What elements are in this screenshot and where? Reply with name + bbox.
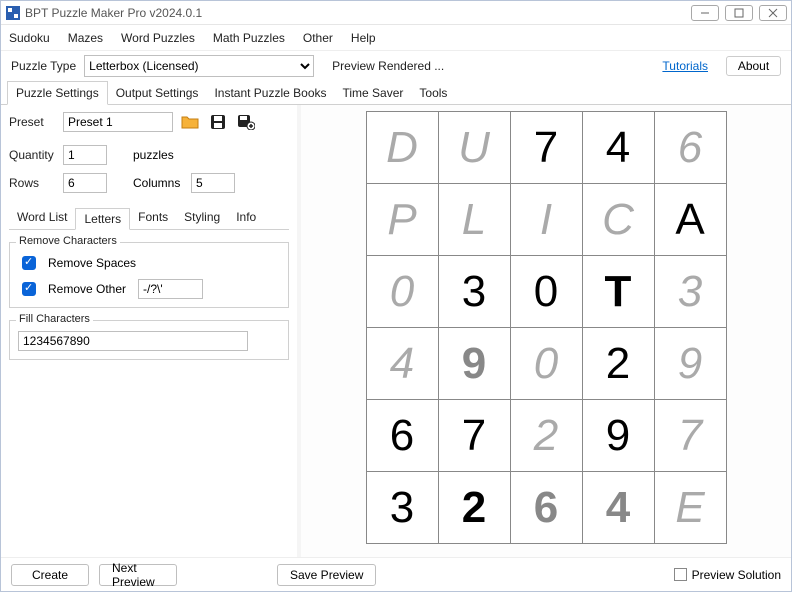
about-button[interactable]: About <box>726 56 781 76</box>
grid-cell: 0 <box>510 328 582 400</box>
save-preset-icon[interactable] <box>207 111 229 133</box>
tab-info[interactable]: Info <box>228 207 264 229</box>
preview-status: Preview Rendered ... <box>332 59 444 73</box>
puzzle-type-row: Puzzle Type Letterbox (Licensed) Preview… <box>1 51 791 81</box>
menu-math-puzzles[interactable]: Math Puzzles <box>213 31 285 45</box>
grid-cell: 7 <box>510 112 582 184</box>
menu-word-puzzles[interactable]: Word Puzzles <box>121 31 195 45</box>
tab-letters[interactable]: Letters <box>75 208 130 230</box>
menu-mazes[interactable]: Mazes <box>68 31 103 45</box>
tab-instant-puzzle-books[interactable]: Instant Puzzle Books <box>206 82 334 104</box>
columns-label: Columns <box>133 176 185 190</box>
settings-panel: Preset Quantity puzzles Rows Columns Wor… <box>1 105 301 557</box>
menu-other[interactable]: Other <box>303 31 333 45</box>
rows-input[interactable] <box>63 173 107 193</box>
remove-characters-group: Remove Characters Remove Spaces Remove O… <box>9 242 289 308</box>
grid-cell: 9 <box>582 400 654 472</box>
tab-word-list[interactable]: Word List <box>9 207 75 229</box>
grid-cell: 4 <box>366 328 438 400</box>
columns-input[interactable] <box>191 173 235 193</box>
grid-cell: C <box>582 184 654 256</box>
grid-cell: P <box>366 184 438 256</box>
tab-puzzle-settings[interactable]: Puzzle Settings <box>7 81 108 105</box>
fill-characters-input[interactable] <box>18 331 248 351</box>
grid-cell: U <box>438 112 510 184</box>
grid-cell: I <box>510 184 582 256</box>
grid-cell: 2 <box>510 400 582 472</box>
fill-characters-group: Fill Characters <box>9 320 289 360</box>
grid-cell: 4 <box>582 112 654 184</box>
sub-tabs: Word List Letters Fonts Styling Info <box>9 207 289 230</box>
grid-cell: 9 <box>438 328 510 400</box>
minimize-button[interactable] <box>691 5 719 21</box>
grid-cell: 2 <box>438 472 510 544</box>
next-preview-button[interactable]: Next Preview <box>99 564 177 586</box>
grid-cell: A <box>654 184 726 256</box>
tab-time-saver[interactable]: Time Saver <box>335 82 412 104</box>
grid-cell: 7 <box>438 400 510 472</box>
quantity-label: Quantity <box>9 148 57 162</box>
save-as-preset-icon[interactable] <box>235 111 257 133</box>
save-preview-button[interactable]: Save Preview <box>277 564 376 586</box>
tab-tools[interactable]: Tools <box>411 82 455 104</box>
menu-help[interactable]: Help <box>351 31 376 45</box>
grid-cell: 3 <box>654 256 726 328</box>
grid-cell: T <box>582 256 654 328</box>
remove-spaces-checkbox[interactable] <box>22 256 36 270</box>
remove-other-input[interactable] <box>138 279 203 299</box>
footer-bar: Create Next Preview Save Preview Preview… <box>1 557 791 591</box>
create-button[interactable]: Create <box>11 564 89 586</box>
grid-cell: L <box>438 184 510 256</box>
grid-cell: 4 <box>582 472 654 544</box>
puzzle-preview-grid: DU746PLICA030T349029672973264E <box>366 111 727 544</box>
title-bar: BPT Puzzle Maker Pro v2024.0.1 <box>1 1 791 25</box>
app-icon <box>5 5 21 21</box>
preset-input[interactable] <box>63 112 173 132</box>
tab-output-settings[interactable]: Output Settings <box>108 82 207 104</box>
preset-label: Preset <box>9 115 57 129</box>
remove-other-label: Remove Other <box>48 282 126 296</box>
preview-solution-checkbox[interactable] <box>674 568 687 581</box>
preview-panel: DU746PLICA030T349029672973264E <box>301 105 791 557</box>
grid-cell: 7 <box>654 400 726 472</box>
fill-characters-title: Fill Characters <box>16 313 93 325</box>
menu-sudoku[interactable]: Sudoku <box>9 31 50 45</box>
grid-cell: 2 <box>582 328 654 400</box>
close-button[interactable] <box>759 5 787 21</box>
puzzle-type-label: Puzzle Type <box>11 59 76 73</box>
grid-cell: 6 <box>366 400 438 472</box>
grid-cell: 3 <box>438 256 510 328</box>
quantity-input[interactable] <box>63 145 107 165</box>
tab-styling[interactable]: Styling <box>176 207 228 229</box>
menu-bar: Sudoku Mazes Word Puzzles Math Puzzles O… <box>1 25 791 51</box>
grid-cell: 9 <box>654 328 726 400</box>
maximize-button[interactable] <box>725 5 753 21</box>
grid-cell: 0 <box>510 256 582 328</box>
tab-fonts[interactable]: Fonts <box>130 207 176 229</box>
remove-characters-title: Remove Characters <box>16 235 120 247</box>
main-tabs: Puzzle Settings Output Settings Instant … <box>1 81 791 105</box>
grid-cell: E <box>654 472 726 544</box>
grid-cell: 0 <box>366 256 438 328</box>
grid-cell: 6 <box>654 112 726 184</box>
remove-other-checkbox[interactable] <box>22 282 36 296</box>
quantity-suffix: puzzles <box>133 148 174 162</box>
preview-solution-label: Preview Solution <box>692 568 781 582</box>
grid-cell: D <box>366 112 438 184</box>
window-title: BPT Puzzle Maker Pro v2024.0.1 <box>25 6 691 20</box>
tutorials-link[interactable]: Tutorials <box>662 59 708 73</box>
remove-spaces-label: Remove Spaces <box>48 256 136 270</box>
grid-cell: 3 <box>366 472 438 544</box>
puzzle-type-select[interactable]: Letterbox (Licensed) <box>84 55 314 77</box>
rows-label: Rows <box>9 176 57 190</box>
open-preset-icon[interactable] <box>179 111 201 133</box>
grid-cell: 6 <box>510 472 582 544</box>
